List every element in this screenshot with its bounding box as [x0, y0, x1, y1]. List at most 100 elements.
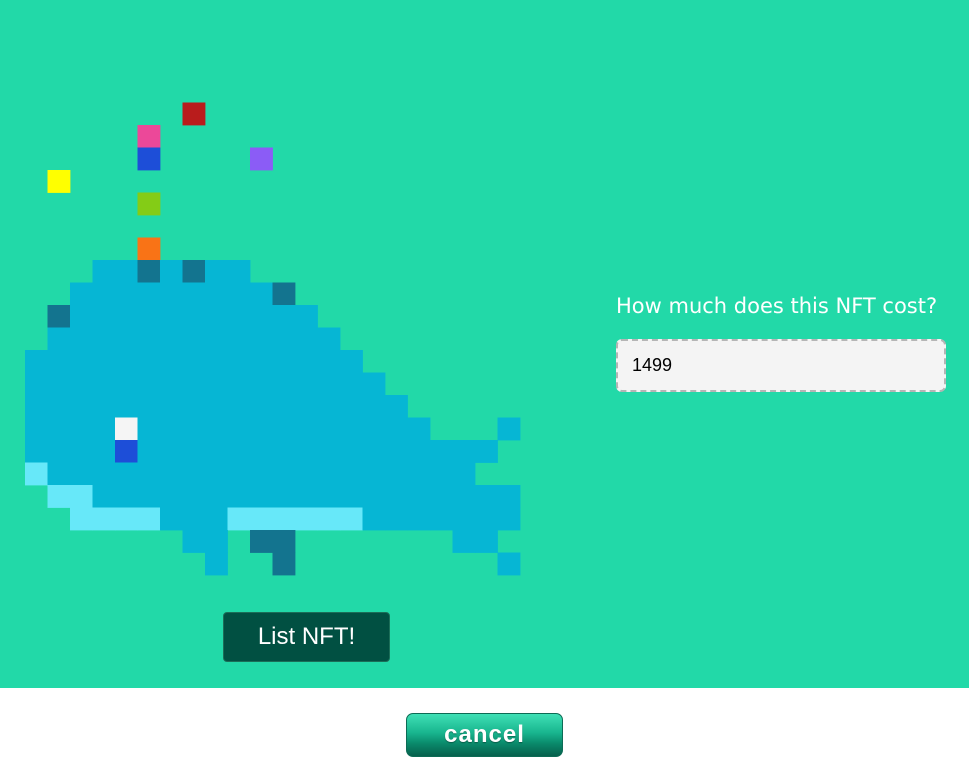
- whale-pixel: [115, 327, 138, 351]
- whale-pixel: [182, 260, 206, 283]
- whale-pixel: [430, 507, 453, 531]
- whale-pixel: [430, 485, 453, 508]
- whale-pixel: [137, 282, 161, 306]
- whale-pixel: [160, 395, 183, 418]
- whale-pixel: [205, 507, 228, 531]
- whale-pixel: [362, 417, 386, 441]
- whale-pixel: [70, 417, 93, 441]
- whale-pixel: [452, 462, 476, 486]
- whale-pixel: [340, 372, 363, 396]
- whale-pixel: [92, 327, 116, 351]
- whale-pixel: [182, 507, 206, 531]
- whale-pixel: [205, 485, 228, 508]
- whale-pixel: [70, 485, 93, 508]
- whale-pixel: [407, 485, 431, 508]
- whale-pixel: [70, 305, 93, 328]
- whale-pixel: [137, 237, 161, 261]
- whale-pixel: [182, 485, 206, 508]
- whale-pixel: [137, 147, 161, 171]
- whale-pixel: [47, 327, 71, 351]
- whale-pixel: [497, 417, 521, 441]
- list-nft-button[interactable]: List NFT!: [223, 612, 390, 662]
- whale-pixel: [452, 507, 476, 531]
- whale-pixel: [182, 417, 206, 441]
- whale-pixel: [475, 507, 498, 531]
- whale-pixel: [92, 395, 116, 418]
- whale-pixel: [340, 417, 363, 441]
- whale-pixel: [182, 395, 206, 418]
- whale-pixel: [47, 440, 71, 463]
- whale-pixel: [295, 395, 318, 418]
- whale-pixel: [430, 440, 453, 463]
- whale-pixel: [25, 462, 48, 486]
- whale-pixel: [385, 507, 408, 531]
- whale-pixel: [92, 440, 116, 463]
- whale-pixel: [137, 395, 161, 418]
- whale-pixel: [250, 395, 273, 418]
- whale-pixel: [25, 417, 48, 441]
- whale-pixel: [47, 462, 71, 486]
- whale-pixel: [340, 440, 363, 463]
- whale-pixel: [47, 305, 71, 328]
- whale-pixel: [317, 417, 341, 441]
- whale-pixel: [227, 462, 251, 486]
- whale-pixel: [250, 440, 273, 463]
- whale-pixel: [137, 507, 161, 531]
- whale-pixel: [295, 440, 318, 463]
- whale-pixel: [115, 350, 138, 373]
- whale-pixel: [47, 170, 71, 193]
- whale-pixel: [182, 305, 206, 328]
- whale-pixel: [227, 260, 251, 283]
- whale-pixel: [115, 462, 138, 486]
- whale-pixel: [70, 350, 93, 373]
- whale-pixel: [205, 350, 228, 373]
- whale-pixel: [250, 485, 273, 508]
- whale-pixel: [385, 395, 408, 418]
- whale-pixel: [452, 485, 476, 508]
- whale-pixel: [272, 462, 296, 486]
- whale-pixel: [137, 192, 161, 216]
- whale-pixel: [25, 395, 48, 418]
- whale-pixel: [250, 417, 273, 441]
- whale-pixel: [205, 260, 228, 283]
- whale-pixel: [160, 507, 183, 531]
- whale-pixel: [182, 327, 206, 351]
- whale-pixel: [227, 372, 251, 396]
- whale-pixel: [25, 350, 48, 373]
- whale-pixel: [362, 395, 386, 418]
- whale-pixel: [182, 462, 206, 486]
- whale-pixel: [475, 530, 498, 553]
- whale-pixel: [160, 485, 183, 508]
- whale-pixel: [317, 485, 341, 508]
- price-input[interactable]: [616, 339, 946, 392]
- whale-pixel: [452, 530, 476, 553]
- whale-pixel: [317, 440, 341, 463]
- whale-pixel: [92, 507, 116, 531]
- whale-pixel: [25, 440, 48, 463]
- whale-pixel: [295, 350, 318, 373]
- whale-pixel: [317, 395, 341, 418]
- cancel-button[interactable]: cancel: [406, 713, 563, 757]
- whale-pixel: [47, 417, 71, 441]
- whale-pixel: [182, 282, 206, 306]
- whale-pixel: [160, 350, 183, 373]
- whale-pixel: [430, 462, 453, 486]
- whale-pixel: [205, 395, 228, 418]
- whale-pixel: [160, 282, 183, 306]
- whale-pixel: [340, 507, 363, 531]
- whale-pixel: [205, 327, 228, 351]
- whale-pixel: [475, 485, 498, 508]
- whale-pixel: [115, 395, 138, 418]
- whale-pixel: [250, 350, 273, 373]
- whale-pixel: [70, 462, 93, 486]
- whale-pixel: [115, 372, 138, 396]
- whale-pixel: [497, 485, 521, 508]
- whale-pixel: [362, 372, 386, 396]
- whale-pixel: [272, 305, 296, 328]
- whale-pixel: [137, 350, 161, 373]
- whale-pixel: [295, 372, 318, 396]
- whale-pixel: [137, 305, 161, 328]
- whale-pixel: [227, 350, 251, 373]
- whale-pixel: [205, 462, 228, 486]
- whale-pixel: [227, 440, 251, 463]
